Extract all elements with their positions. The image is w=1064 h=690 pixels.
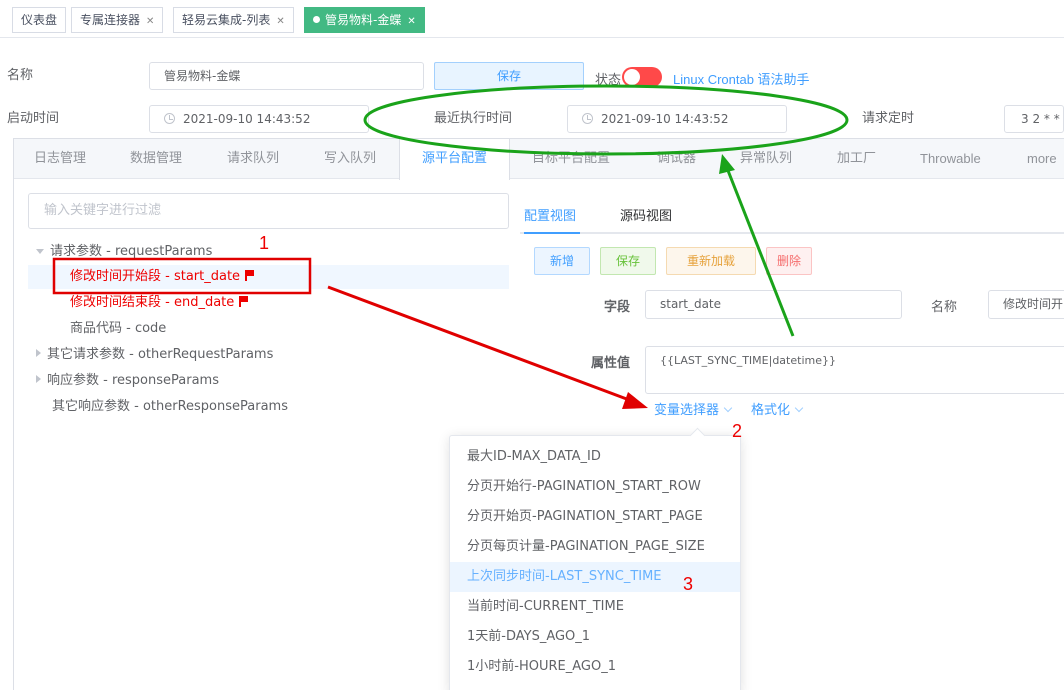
- tag-label: 轻易云集成-列表: [182, 13, 271, 27]
- dropdown-item-max-data-id[interactable]: 最大ID-MAX_DATA_ID: [450, 442, 740, 472]
- name-input[interactable]: 管易物料-金蝶: [149, 62, 424, 90]
- clock-icon: [582, 113, 593, 124]
- close-icon[interactable]: ✕: [276, 16, 284, 27]
- annotation-number-3: 3: [683, 574, 694, 594]
- flag-icon: [239, 296, 249, 307]
- status-label: 状态: [595, 73, 622, 88]
- tag-label: 仪表盘: [21, 13, 58, 27]
- dropdown-item-last-sync-time[interactable]: 上次同步时间-LAST_SYNC_TIME: [450, 562, 740, 592]
- dropdown-item-current-time[interactable]: 当前时间-CURRENT_TIME: [450, 592, 740, 622]
- attr-value-text: {{LAST_SYNC_TIME|datetime}}: [660, 354, 836, 367]
- field-input-value: start_date: [660, 297, 722, 311]
- save-button[interactable]: 保存: [434, 62, 584, 90]
- tree-node-label: 其它请求参数 - otherRequestParams: [47, 347, 274, 362]
- active-dot-icon: [313, 16, 320, 23]
- variable-dropdown-menu: 最大ID-MAX_DATA_ID 分页开始行-PAGINATION_START_…: [449, 435, 741, 690]
- attr-value-textarea[interactable]: {{LAST_SYNC_TIME|datetime}}: [645, 346, 1064, 394]
- dropdown-item-pagination-start-row[interactable]: 分页开始行-PAGINATION_START_ROW: [450, 472, 740, 502]
- crontab-helper-link[interactable]: Linux Crontab 语法助手: [673, 69, 810, 88]
- subtab-active-bar: [524, 232, 580, 234]
- tab-throwable[interactable]: Throwable: [920, 139, 981, 179]
- format-dropdown[interactable]: 格式化: [751, 399, 804, 418]
- tree-node-label: 修改时间开始段 - start_date: [70, 269, 241, 284]
- tree-node-label: 修改时间结束段 - end_date: [70, 295, 235, 310]
- tag-label: 专属连接器: [80, 13, 141, 27]
- tree-node-label: 其它响应参数 - otherResponseParams: [52, 399, 288, 414]
- tab-exception-queue[interactable]: 异常队列: [740, 139, 792, 179]
- tree-filter-input[interactable]: 输入关键字进行过滤: [28, 193, 509, 229]
- request-timer-value: 3 2 * * *: [1021, 112, 1063, 126]
- delete-button[interactable]: 删除: [766, 247, 812, 275]
- tag-integration-list[interactable]: 轻易云集成-列表 ✕: [173, 7, 294, 33]
- field-input[interactable]: start_date: [645, 290, 902, 319]
- last-exec-input[interactable]: 2021-09-10 14:43:52: [567, 105, 787, 133]
- config-save-button[interactable]: 保存: [600, 247, 656, 275]
- filter-placeholder: 输入关键字进行过滤: [44, 203, 162, 218]
- tab-factory[interactable]: 加工厂: [837, 139, 876, 179]
- variable-selector-label: 变量选择器: [654, 403, 720, 418]
- tag-dedicated-connector[interactable]: 专属连接器 ✕: [71, 7, 164, 33]
- name-label: 名称: [7, 68, 34, 83]
- tab-write-queue[interactable]: 写入队列: [324, 139, 376, 179]
- tab-log-management[interactable]: 日志管理: [34, 139, 86, 179]
- dropdown-item-days-ago-1[interactable]: 1天前-DAYS_AGO_1: [450, 622, 740, 652]
- request-timer-input[interactable]: 3 2 * * *: [1004, 105, 1064, 133]
- annotation-number-2: 2: [732, 421, 743, 441]
- clock-icon: [164, 113, 175, 124]
- caret-right-icon[interactable]: [36, 349, 41, 357]
- attr-value-label: 属性值: [591, 356, 631, 371]
- subtab-source-view[interactable]: 源码视图: [620, 205, 672, 224]
- variable-selector-dropdown[interactable]: 变量选择器: [654, 399, 733, 418]
- subtab-divider: [520, 232, 1064, 234]
- field-label: 字段: [604, 300, 631, 315]
- tree-node-label: 响应参数 - responseParams: [47, 373, 219, 388]
- tab-debugger[interactable]: 调试器: [657, 139, 696, 179]
- tree-node-other-response-params[interactable]: 其它响应参数 - otherResponseParams: [52, 395, 288, 419]
- tab-source-platform-config[interactable]: 源平台配置: [399, 139, 511, 180]
- tags-view-bar: 仪表盘 专属连接器 ✕ 轻易云集成-列表 ✕ 管易物料-金蝶 ✕: [0, 0, 1064, 38]
- status-switch[interactable]: [622, 67, 662, 87]
- tab-request-queue[interactable]: 请求队列: [227, 139, 279, 179]
- chevron-down-icon: [794, 403, 804, 413]
- tree-node-code[interactable]: 商品代码 - code: [70, 317, 166, 341]
- flag-icon: [245, 270, 255, 281]
- chevron-down-icon: [723, 403, 733, 413]
- tree-node-request-params[interactable]: 请求参数 - requestParams: [36, 240, 212, 264]
- tree-node-start-date[interactable]: 修改时间开始段 - start_date: [28, 265, 509, 289]
- start-time-value: 2021-09-10 14:43:52: [183, 112, 311, 126]
- tree-node-label: 商品代码 - code: [70, 321, 167, 336]
- start-time-input[interactable]: 2021-09-10 14:43:52: [149, 105, 369, 133]
- reload-button[interactable]: 重新加载: [666, 247, 756, 275]
- subtab-config-view[interactable]: 配置视图: [524, 205, 576, 224]
- config-name-value: 修改时间开: [1003, 297, 1064, 311]
- tab-target-platform-config[interactable]: 目标平台配置: [532, 139, 610, 179]
- tab-more[interactable]: more: [1027, 139, 1057, 179]
- name-input-value: 管易物料-金蝶: [164, 69, 241, 83]
- config-name-input[interactable]: 修改时间开: [988, 290, 1064, 319]
- main-tab-header: 日志管理 数据管理 请求队列 写入队列 源平台配置 目标平台配置 调试器 异常队…: [14, 139, 1064, 180]
- tree-node-end-date[interactable]: 修改时间结束段 - end_date: [70, 291, 249, 315]
- start-time-label: 启动时间: [7, 111, 60, 126]
- caret-right-icon[interactable]: [36, 375, 41, 383]
- format-label: 格式化: [751, 403, 791, 418]
- last-exec-value: 2021-09-10 14:43:52: [601, 112, 729, 126]
- dropdown-item-pagination-start-page[interactable]: 分页开始页-PAGINATION_START_PAGE: [450, 502, 740, 532]
- close-icon[interactable]: ✕: [146, 16, 154, 27]
- tag-active-guanyi[interactable]: 管易物料-金蝶 ✕: [304, 7, 425, 33]
- add-button[interactable]: 新增: [534, 247, 590, 275]
- tree-node-label: 请求参数 - requestParams: [50, 244, 213, 259]
- tag-dashboard[interactable]: 仪表盘: [12, 7, 67, 33]
- tree-node-response-params[interactable]: 响应参数 - responseParams: [36, 369, 219, 393]
- caret-down-icon[interactable]: [36, 249, 44, 254]
- tab-data-management[interactable]: 数据管理: [130, 139, 182, 179]
- dropdown-item-pagination-page-size[interactable]: 分页每页计量-PAGINATION_PAGE_SIZE: [450, 532, 740, 562]
- request-timer-label: 请求定时: [862, 111, 915, 126]
- tag-label: 管易物料-金蝶: [325, 13, 402, 27]
- dropdown-item-houre-ago-1[interactable]: 1小时前-HOURE_AGO_1: [450, 652, 740, 682]
- close-icon[interactable]: ✕: [407, 16, 415, 27]
- tree-node-other-request-params[interactable]: 其它请求参数 - otherRequestParams: [36, 343, 273, 367]
- last-exec-label: 最近执行时间: [434, 111, 513, 126]
- config-name-label: 名称: [931, 300, 958, 315]
- annotation-number-1: 1: [259, 233, 270, 253]
